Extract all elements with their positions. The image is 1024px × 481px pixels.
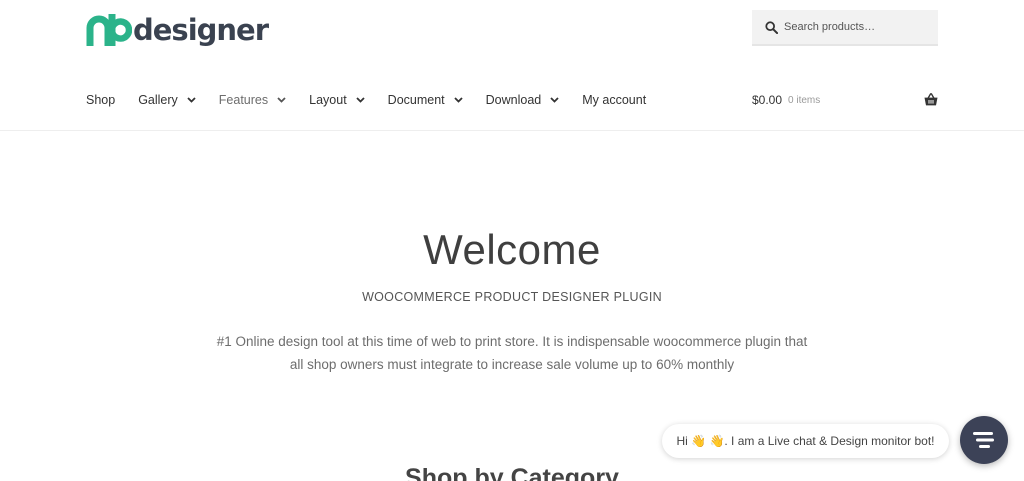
nav-item-gallery[interactable]: Gallery — [138, 93, 196, 107]
nav-item-label: Features — [218, 93, 269, 107]
chat-greeting-text: Hi 👋 👋. I am a Live chat & Design monito… — [676, 434, 935, 448]
nav-item-label: Layout — [309, 93, 347, 107]
nav-item-document[interactable]: Document — [388, 93, 463, 107]
nb-logo-mark — [86, 14, 132, 46]
chevron-down-icon — [550, 97, 559, 103]
product-search[interactable] — [752, 10, 938, 46]
chevron-down-icon — [187, 97, 196, 103]
site-header: designer Shop Gallery Features Layout Do… — [0, 0, 1024, 131]
nav-item-download[interactable]: Download — [486, 93, 560, 107]
nav-item-my-account[interactable]: My account — [582, 93, 646, 107]
search-icon — [765, 20, 778, 34]
nav-item-label: My account — [582, 93, 647, 107]
chevron-down-icon — [356, 97, 365, 103]
nav-item-shop[interactable]: Shop — [86, 93, 115, 107]
nav-item-label: Shop — [86, 93, 116, 107]
chat-icon — [973, 432, 994, 448]
nav-item-label: Document — [387, 93, 445, 107]
nav-item-label: Gallery — [138, 93, 178, 107]
nav-item-features[interactable]: Features — [219, 93, 286, 107]
hero-description: #1 Online design tool at this time of we… — [216, 334, 808, 372]
cart-amount: $0.00 — [752, 93, 783, 107]
basket-icon — [924, 93, 938, 106]
nav-item-label: Download — [485, 93, 542, 107]
chevron-down-icon — [454, 97, 463, 103]
hero-subtitle: WOOCOMMERCE PRODUCT DESIGNER PLUGIN — [362, 290, 662, 304]
shop-by-category-heading: Shop by Category — [405, 464, 619, 481]
chat-launcher-button[interactable] — [960, 416, 1008, 464]
chevron-down-icon — [277, 97, 286, 103]
cart-item-count: 0 items — [788, 94, 821, 106]
hero-section: Welcome WOOCOMMERCE PRODUCT DESIGNER PLU… — [0, 222, 1024, 376]
cart-summary[interactable]: $0.00 0 items — [752, 90, 938, 110]
main-navigation: Shop Gallery Features Layout Document Do… — [86, 90, 669, 110]
search-input[interactable] — [784, 21, 934, 33]
site-logo[interactable]: designer — [86, 12, 269, 48]
nav-item-layout[interactable]: Layout — [309, 93, 365, 107]
chat-greeting-bubble[interactable]: Hi 👋 👋. I am a Live chat & Design monito… — [662, 424, 949, 458]
page-title: Welcome — [423, 226, 601, 273]
logo-text: designer — [133, 13, 269, 47]
